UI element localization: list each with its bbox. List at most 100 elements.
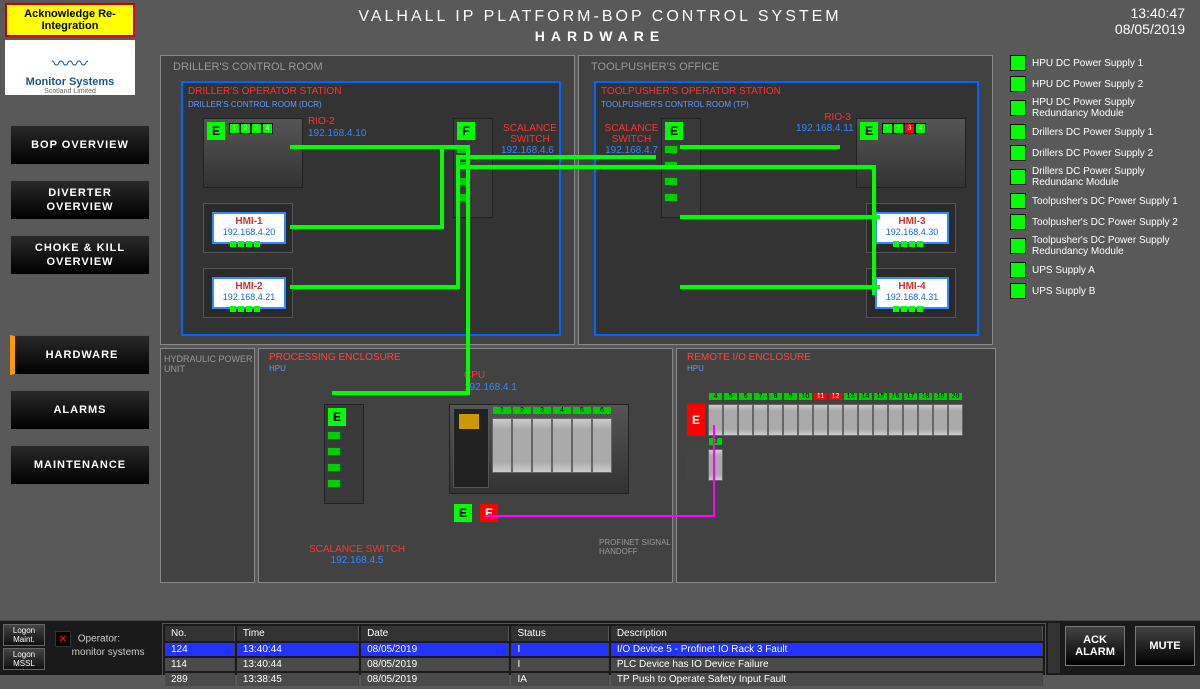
dcr-rio-slot: 2 [240, 123, 251, 134]
logo-main: Monitor Systems [10, 76, 130, 88]
mute-button[interactable]: MUTE [1135, 626, 1195, 666]
status-led-icon [1010, 124, 1026, 140]
tpo-rio-ip: 192.168.4.11 [796, 123, 854, 134]
cpu-rack[interactable]: 123456 [449, 404, 629, 494]
dcr-station: DRILLER'S OPERATOR STATION DRILLER'S CON… [181, 81, 561, 336]
wire [456, 165, 876, 169]
col-time[interactable]: Time [237, 626, 359, 641]
wire [466, 145, 470, 395]
dcr-rio-label: RIO-2192.168.4.10 [308, 115, 366, 139]
logon-mssl-button[interactable]: Logon MSSL [3, 648, 45, 670]
dcr-scalance-label: SCALANCE SWITCH192.168.4.6 [501, 123, 559, 156]
hpu-scalance-status-icon: E [328, 408, 346, 426]
wire [332, 391, 470, 395]
wire [872, 165, 876, 295]
status-item: HPU DC Power Supply 1 [1010, 55, 1190, 71]
tpo-station: TOOLPUSHER'S OPERATOR STATION TOOLPUSHER… [594, 81, 979, 336]
page-title: VALHALL IP PLATFORM-BOP CONTROL SYSTEM [0, 8, 1200, 26]
remote-title: REMOTE I/O ENCLOSURE [687, 352, 811, 363]
status-led-icon [1010, 283, 1026, 299]
remote-status-icon: E [687, 404, 705, 436]
hmi-name: HMI-2 [214, 281, 284, 292]
panel-remote-io: REMOTE I/O ENCLOSURE HPU E 4567891011121… [676, 348, 996, 583]
nav-bop-overview[interactable]: BOP OVERVIEW [10, 125, 150, 165]
panel-tpo-title: TOOLPUSHER'S OFFICE [591, 61, 719, 73]
wire [440, 145, 444, 225]
logo-wave-icon: 〰〰 [10, 50, 130, 76]
tpo-rio-slot: 3 [904, 123, 915, 134]
status-item: UPS Supply B [1010, 283, 1190, 299]
cpu-label: CPU192.168.4.1 [464, 369, 517, 393]
remote-slot: 16 [888, 404, 903, 436]
time: 13:40:47 [1115, 5, 1185, 21]
status-led-icon [1010, 193, 1026, 209]
remote-sub: HPU [687, 364, 704, 373]
status-item: UPS Supply A [1010, 262, 1190, 278]
status-item: Drillers DC Power Supply 1 [1010, 124, 1190, 140]
status-item: HPU DC Power Supply Redundancy Module [1010, 97, 1190, 119]
remote-slot: 17 [903, 404, 918, 436]
panel-hpu-title: HYDRAULIC POWER UNIT [164, 354, 254, 374]
dcr-hmi-2[interactable]: HMI-2192.168.4.21 [203, 268, 293, 318]
remote-slot: 9 [783, 404, 798, 436]
tpo-hmi-4[interactable]: HMI-4192.168.4.31 [866, 268, 956, 318]
alarm-table[interactable]: No. Time Date Status Description 12413:4… [162, 623, 1046, 689]
hmi-name: HMI-4 [877, 281, 947, 292]
hmi-name: HMI-1 [214, 216, 284, 227]
footer: Logon Maint. Logon MSSL ✕ Operator: moni… [0, 620, 1200, 675]
col-status[interactable]: Status [511, 626, 608, 641]
logo: 〰〰 Monitor Systems Scotland Limited [5, 40, 135, 95]
hmi-ip: 192.168.4.30 [877, 227, 947, 237]
nav-sidebar: BOP OVERVIEW DIVERTER OVERVIEW CHOKE & K… [10, 125, 150, 500]
dcr-rio-rack[interactable]: E 1234 [203, 118, 303, 188]
proc-title: PROCESSING ENCLOSURE [269, 352, 401, 363]
col-desc[interactable]: Description [611, 626, 1043, 641]
dcr-scalance-status-icon: F [457, 122, 475, 140]
status-led-icon [1010, 214, 1026, 230]
proc-sub: HPU [269, 364, 286, 373]
nav-choke-kill-overview[interactable]: CHOKE & KILL OVERVIEW [10, 235, 150, 275]
nav-diverter-overview[interactable]: DIVERTER OVERVIEW [10, 180, 150, 220]
hpu-scalance[interactable]: E [324, 404, 364, 504]
wire-magenta [485, 515, 715, 517]
alarm-row[interactable]: 11413:40:4408/05/2019IPLC Device has IO … [165, 658, 1043, 671]
cpu-e-icon: E [454, 504, 472, 522]
ack-alarm-button[interactable]: ACK ALARM [1065, 626, 1125, 666]
wire [680, 285, 880, 289]
nav-hardware[interactable]: HARDWARE [10, 335, 150, 375]
remote-slot: 7 [753, 404, 768, 436]
hpu-scalance-label: SCALANCE SWITCH192.168.4.5 [309, 544, 405, 566]
tpo-scalance-status-icon: E [665, 122, 683, 140]
col-date[interactable]: Date [361, 626, 509, 641]
wire [680, 145, 840, 149]
tpo-rio-label: RIO-3 [821, 111, 851, 123]
tpo-station-sub: TOOLPUSHER'S CONTROL ROOM (TP) [596, 100, 977, 109]
status-led-icon [1010, 145, 1026, 161]
dcr-hmi-1[interactable]: HMI-1192.168.4.20 [203, 203, 293, 253]
hmi-name: HMI-3 [877, 216, 947, 227]
hmi-ip: 192.168.4.31 [877, 292, 947, 302]
logon-maint-button[interactable]: Logon Maint. [3, 624, 45, 646]
tpo-hmi-3[interactable]: HMI-3192.168.4.30 [866, 203, 956, 253]
wire [290, 225, 444, 229]
operator-x-icon: ✕ [55, 631, 71, 647]
status-item: Toolpusher's DC Power Supply 2 [1010, 214, 1190, 230]
status-led-icon [1010, 76, 1026, 92]
nav-alarms[interactable]: ALARMS [10, 390, 150, 430]
remote-slot: 19 [933, 404, 948, 436]
nav-maintenance[interactable]: MAINTENANCE [10, 445, 150, 485]
remote-slot: 11 [813, 404, 828, 436]
remote-row2[interactable]: 2 [687, 449, 723, 481]
page-subtitle: HARDWARE [0, 28, 1200, 44]
remote-row1[interactable]: E 4567891011121314151617181920 [687, 404, 963, 436]
wire [290, 285, 460, 289]
dcr-rio-slot: 1 [229, 123, 240, 134]
hmi-ip: 192.168.4.20 [214, 227, 284, 237]
wire-magenta [713, 425, 715, 515]
alarm-row[interactable]: 12413:40:4408/05/2019II/O Device 5 - Pro… [165, 643, 1043, 656]
alarm-scrollbar[interactable] [1048, 623, 1060, 673]
status-led-icon [1010, 100, 1026, 116]
hardware-diagram: DRILLER'S CONTROL ROOM DRILLER'S OPERATO… [160, 55, 1000, 585]
col-no[interactable]: No. [165, 626, 235, 641]
dcr-station-title: DRILLER'S OPERATOR STATION [183, 83, 559, 100]
